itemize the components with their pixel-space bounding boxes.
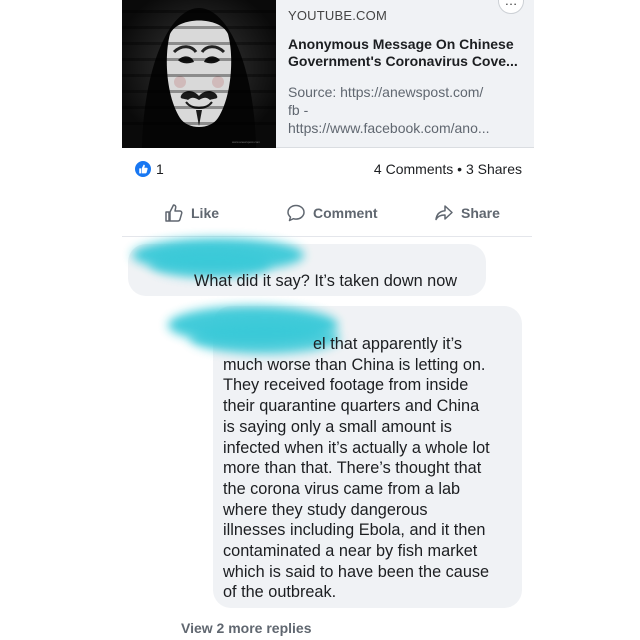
comment-text-line: el that apparently it’s	[313, 335, 463, 353]
comment-text: What did it say? It’s taken down now	[194, 272, 458, 290]
guy-fawkes-mask-icon	[122, 0, 276, 148]
comment-text-line: which is said to have been the cause	[223, 562, 490, 581]
link-description-line: https://www.facebook.com/ano...	[288, 120, 490, 136]
share-arrow-icon	[435, 205, 453, 221]
thumbs-up-icon[interactable]	[134, 160, 152, 178]
comment-text-line: contaminated a near by fish market	[223, 542, 478, 561]
comment-text-line: is saying only a small amount is	[223, 417, 452, 436]
like-label: Like	[191, 205, 220, 221]
link-preview-card[interactable]: www.anewspost.com YOUTUBE.COM Anonymous …	[122, 0, 534, 148]
comment-text-line: where they study dangerous	[223, 500, 428, 519]
video-thumbnail[interactable]: www.anewspost.com	[122, 0, 276, 148]
more-options-icon[interactable]: …	[498, 0, 524, 14]
link-title[interactable]: Anonymous Message On Chinese Government'…	[288, 36, 528, 70]
comment-text-line: their quarantine quarters and China	[223, 397, 480, 416]
view-more-replies-link[interactable]: View 2 more replies	[181, 620, 311, 636]
comment-text-line: They received footage from inside	[223, 376, 469, 395]
comment-button[interactable]: Comment	[286, 203, 378, 223]
link-description-line: fb -	[288, 102, 309, 118]
link-description-line: Source: https://anewspost.com/	[288, 84, 484, 100]
action-bar: Like Comment Share	[120, 196, 520, 232]
link-title-line: Government's Coronavirus Cove...	[288, 53, 518, 69]
comment-text-line: the corona virus came from a lab	[223, 479, 461, 498]
like-button[interactable]: Like	[164, 203, 219, 223]
comment-bubble-icon	[287, 204, 305, 222]
share-label: Share	[461, 205, 500, 221]
comment-text-line: infected when it’s actually a whole lot	[223, 438, 490, 457]
comments-shares-count[interactable]: 4 Comments • 3 Shares	[374, 161, 522, 177]
comment-text-line: much worse than China is letting on.	[223, 355, 486, 374]
link-description: Source: https://anewspost.com/ fb - http…	[288, 83, 528, 137]
comment-label: Comment	[313, 205, 378, 221]
action-divider	[122, 236, 532, 237]
comment-text-line: of the outbreak.	[223, 583, 337, 602]
comment-text-line: illnesses including Ebola, and it then	[223, 521, 486, 540]
link-title-line: Anonymous Message On Chinese	[288, 36, 514, 52]
link-source-domain: YOUTUBE.COM	[288, 8, 387, 23]
thumbs-up-outline-icon	[165, 204, 183, 222]
share-button[interactable]: Share	[434, 203, 500, 223]
comment-text: el that apparently it’s much worse than …	[223, 334, 519, 603]
thumbnail-credit: www.anewspost.com	[232, 140, 261, 144]
comment-text-line: more than that. There’s thought that	[223, 459, 482, 478]
reaction-count[interactable]: 1	[156, 161, 164, 177]
